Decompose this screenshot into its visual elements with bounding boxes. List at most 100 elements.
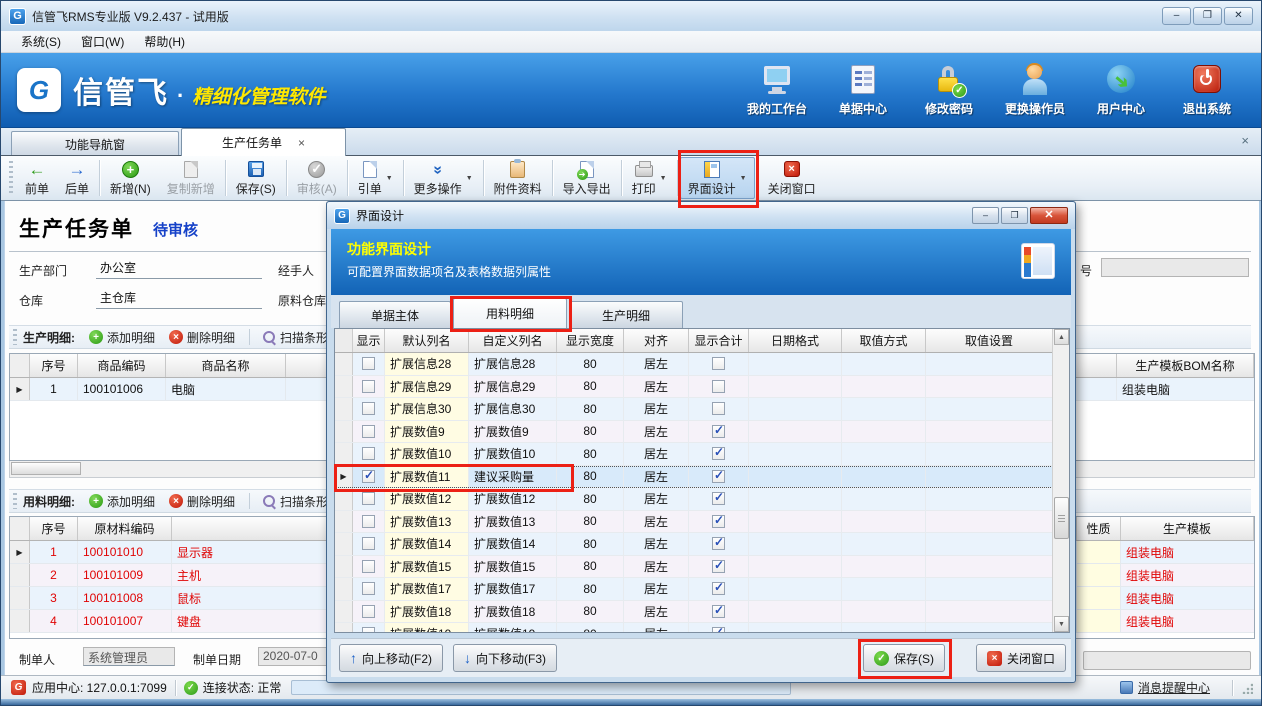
show-checkbox[interactable] [362, 402, 375, 415]
toolbar-button-pull[interactable]: 引单▼ [350, 157, 401, 199]
add-detail-button[interactable]: +添加明细 [89, 329, 155, 346]
menu-item[interactable]: 窗口(W) [71, 31, 134, 52]
toolbar-button-save[interactable]: 保存(S) [228, 157, 284, 199]
show-checkbox[interactable] [362, 447, 375, 460]
user-center-button[interactable]: ➔用户中心 [1081, 63, 1161, 117]
column-config-row[interactable]: 扩展数值15扩展数值1580居左 [335, 556, 1069, 579]
show-checkbox[interactable] [362, 605, 375, 618]
dropdown-arrow-icon[interactable]: ▼ [386, 175, 393, 182]
show-checkbox[interactable] [362, 380, 375, 393]
show-checkbox[interactable] [362, 560, 375, 573]
total-checkbox[interactable] [712, 380, 725, 393]
scroll-up-icon[interactable]: ▲ [1054, 329, 1069, 345]
total-checkbox[interactable] [712, 425, 725, 438]
dropdown-arrow-icon[interactable]: ▼ [660, 175, 667, 182]
col-header-bom[interactable]: 生产模板BOM名称 [1117, 354, 1254, 377]
show-checkbox[interactable] [362, 470, 375, 483]
col-header[interactable]: 商品名称 [166, 354, 286, 377]
grid-header[interactable]: 取值设置 [926, 329, 1052, 352]
show-checkbox[interactable] [362, 357, 375, 370]
total-checkbox[interactable] [712, 470, 725, 483]
column-config-row[interactable]: 扩展数值12扩展数值1280居左 [335, 488, 1069, 511]
grid-header[interactable]: 显示宽度 [557, 329, 624, 352]
close-window-button[interactable]: ×关闭窗口 [976, 644, 1066, 672]
total-checkbox[interactable] [712, 560, 725, 573]
col-header[interactable]: 序号 [30, 354, 78, 377]
grid-header[interactable]: 显示合计 [689, 329, 749, 352]
save-button[interactable]: ✓保存(S) [863, 644, 945, 672]
password-button[interactable]: ✓修改密码 [909, 63, 989, 117]
dropdown-arrow-icon[interactable]: ▼ [466, 175, 473, 182]
warehouse-field[interactable]: 主仓库 [96, 288, 262, 309]
dialog-tab-production[interactable]: 生产明细 [569, 301, 683, 328]
dept-field[interactable]: 办公室 [96, 258, 262, 279]
show-checkbox[interactable] [362, 627, 375, 633]
dialog-tab-main[interactable]: 单据主体 [339, 301, 451, 328]
show-checkbox[interactable] [362, 537, 375, 550]
column-config-row[interactable]: 扩展信息30扩展信息3080居左 [335, 398, 1069, 421]
remark-field[interactable] [1083, 651, 1251, 670]
toolbar-button-prev[interactable]: ←前单 [17, 157, 57, 199]
show-checkbox[interactable] [362, 582, 375, 595]
grid-header[interactable]: 默认列名 [385, 329, 469, 352]
toolbar-button-impexp[interactable]: ➔导入导出 [555, 157, 619, 199]
doc-no-field[interactable] [1101, 258, 1249, 277]
grid-header[interactable]: 对齐 [624, 329, 689, 352]
toolbar-button-print[interactable]: 打印▼ [624, 157, 675, 199]
col-header[interactable]: 原材料编码 [78, 517, 172, 540]
col-header[interactable]: 商品编码 [78, 354, 166, 377]
dialog-maximize-button[interactable]: ❐ [1001, 207, 1028, 224]
total-checkbox[interactable] [712, 402, 725, 415]
grid-header[interactable]: 日期格式 [749, 329, 842, 352]
toolbar-button-more[interactable]: »更多操作▼ [406, 157, 481, 199]
add-material-button[interactable]: +添加明细 [89, 493, 155, 510]
column-config-row[interactable]: 扩展数值10扩展数值1080居左 [335, 443, 1069, 466]
column-config-row[interactable]: 扩展信息28扩展信息2880居左 [335, 353, 1069, 376]
column-config-row[interactable]: 扩展数值14扩展数值1480居左 [335, 533, 1069, 556]
tab-nav-window[interactable]: 功能导航窗 [11, 131, 179, 156]
toolbar-button-uidesign[interactable]: 界面设计▼ [680, 157, 755, 199]
exit-button[interactable]: 退出系统 [1167, 63, 1247, 117]
column-config-row[interactable]: ▶扩展数值11建议采购量80居左 [335, 466, 1069, 489]
dialog-close-button[interactable]: ✕ [1030, 207, 1068, 224]
column-config-row[interactable]: 扩展数值13扩展数值1380居左 [335, 511, 1069, 534]
column-config-row[interactable]: 扩展数值18扩展数值1880居左 [335, 601, 1069, 624]
grid-header[interactable]: 取值方式 [842, 329, 926, 352]
toolbar-button-next[interactable]: →后单 [57, 157, 97, 199]
col-header-property[interactable]: 性质 [1077, 517, 1121, 540]
total-checkbox[interactable] [712, 537, 725, 550]
col-header[interactable]: 序号 [30, 517, 78, 540]
total-checkbox[interactable] [712, 582, 725, 595]
column-config-row[interactable]: 扩展数值17扩展数值1780居左 [335, 578, 1069, 601]
menu-item[interactable]: 系统(S) [11, 31, 71, 52]
move-down-button[interactable]: ↓向下移动(F3) [453, 644, 557, 672]
column-config-row[interactable]: 扩展数值19扩展数值1980居左 [335, 623, 1069, 633]
total-checkbox[interactable] [712, 447, 725, 460]
toolbar-button-closewin[interactable]: ×关闭窗口 [760, 157, 824, 199]
menu-item[interactable]: 帮助(H) [134, 31, 195, 52]
show-checkbox[interactable] [362, 515, 375, 528]
scroll-thumb[interactable] [1054, 497, 1069, 539]
dropdown-arrow-icon[interactable]: ▼ [740, 175, 747, 182]
total-checkbox[interactable] [712, 492, 725, 505]
toolbar-button-attach[interactable]: 附件资料 [486, 157, 550, 199]
tab-production-task[interactable]: 生产任务单 × [181, 128, 346, 156]
resize-grip[interactable] [1241, 682, 1253, 694]
column-config-row[interactable]: 扩展信息29扩展信息2980居左 [335, 376, 1069, 399]
column-config-row[interactable]: 扩展数值9扩展数值980居左 [335, 421, 1069, 444]
total-checkbox[interactable] [712, 627, 725, 633]
minimize-button[interactable]: – [1162, 7, 1191, 25]
dialog-tab-material[interactable]: 用料明细 [453, 298, 567, 328]
vertical-scrollbar[interactable]: ▲ ▼ [1052, 329, 1069, 632]
switch-user-button[interactable]: 更换操作员 [995, 63, 1075, 117]
col-header-template[interactable]: 生产模板 [1121, 517, 1254, 540]
show-checkbox[interactable] [362, 492, 375, 505]
scroll-down-icon[interactable]: ▼ [1054, 616, 1069, 632]
maximize-button[interactable]: ❐ [1193, 7, 1222, 25]
tab-close-icon[interactable]: × [298, 136, 305, 150]
doc-center-button[interactable]: 单据中心 [823, 63, 903, 117]
workstation-button[interactable]: 我的工作台 [737, 63, 817, 117]
total-checkbox[interactable] [712, 605, 725, 618]
move-up-button[interactable]: ↑向上移动(F2) [339, 644, 443, 672]
delete-material-button[interactable]: ×删除明细 [169, 493, 235, 510]
